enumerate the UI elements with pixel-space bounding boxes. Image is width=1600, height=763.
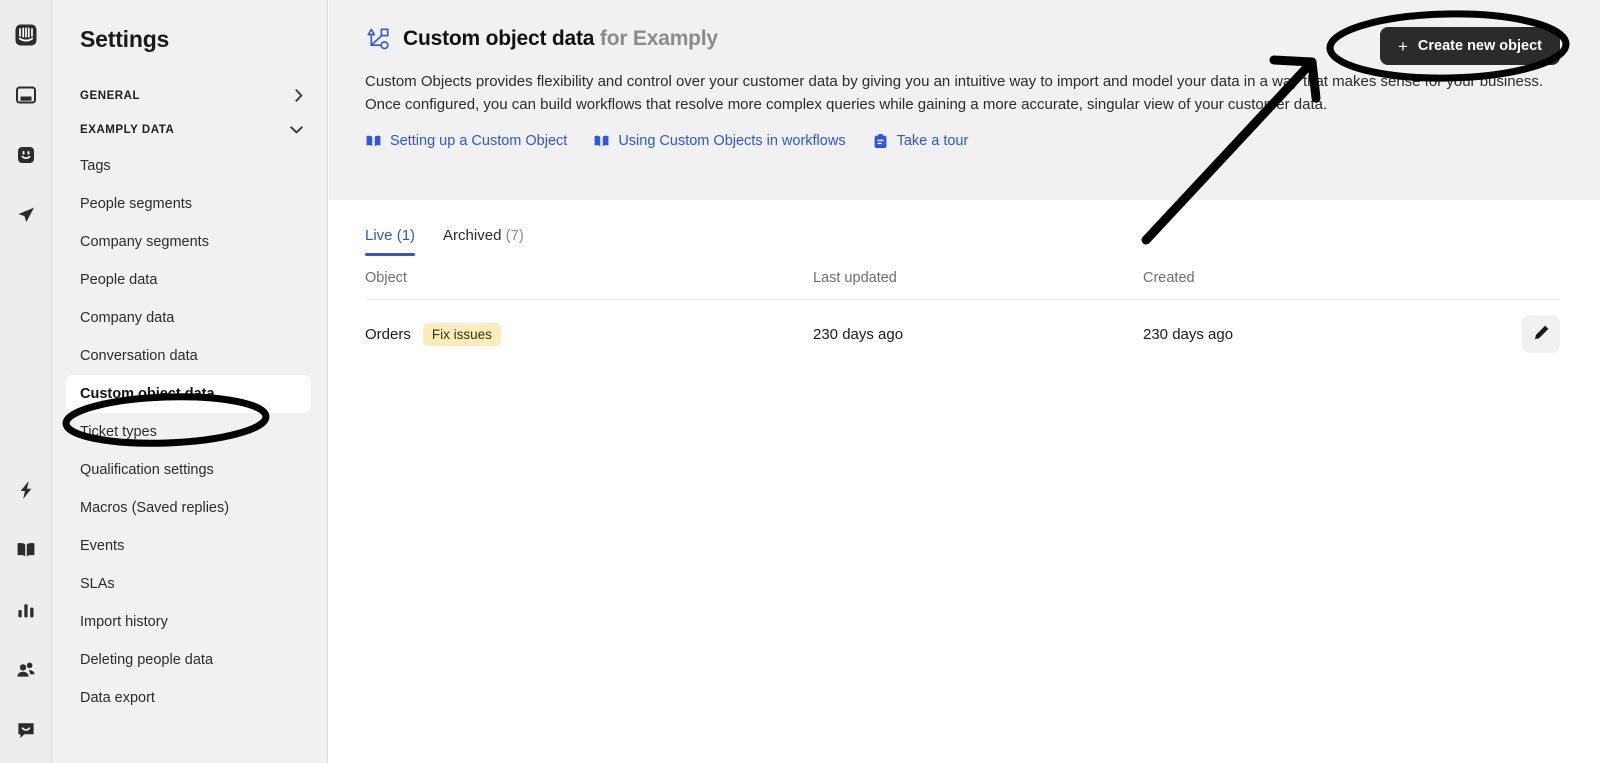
inbox-icon[interactable] — [11, 80, 41, 110]
sidebar-item-label: Tags — [80, 158, 111, 174]
rail-bottom-group — [11, 475, 41, 745]
chevron-down-icon — [290, 124, 303, 136]
link-label: Take a tour — [896, 133, 969, 149]
tab-live-count: (1) — [396, 227, 416, 244]
link-label: Using Custom Objects in workflows — [618, 133, 846, 149]
sidebar-item-label: Macros (Saved replies) — [80, 500, 230, 516]
objects-table: Object Last updated Created Orders Fix i… — [329, 256, 1600, 368]
column-header-last-updated: Last updated — [813, 269, 897, 286]
sidebar-item-import-history[interactable]: Import history — [66, 603, 311, 641]
main-content: Custom object data for Examply Custom Ob… — [329, 0, 1600, 763]
sidebar-item-label: People segments — [80, 196, 193, 212]
sidebar-item-label: SLAs — [80, 576, 115, 592]
table-row[interactable]: Orders Fix issues 230 days ago 230 days … — [365, 300, 1560, 368]
sidebar-item-macros[interactable]: Macros (Saved replies) — [66, 489, 311, 527]
tour-clipboard-icon — [872, 133, 889, 150]
sidebar-item-label: Import history — [80, 614, 168, 630]
sidebar-item-ticket-types[interactable]: Ticket types — [66, 413, 311, 451]
cell-created: 230 days ago — [1143, 325, 1234, 343]
sidebar-section-examply-data-label: EXAMPLY DATA — [80, 124, 175, 136]
pencil-edit-icon — [1533, 324, 1550, 344]
sidebar-item-label: Qualification settings — [80, 462, 214, 478]
sidebar-item-label: Ticket types — [80, 424, 157, 440]
book-icon — [593, 133, 610, 150]
sidebar-item-label: Conversation data — [80, 348, 198, 364]
sidebar-section-general[interactable]: GENERAL — [52, 79, 327, 113]
page-header-panel: Custom object data for Examply Custom Ob… — [329, 0, 1600, 200]
sidebar-item-label: Custom object data — [80, 386, 215, 402]
intercom-logo-icon[interactable] — [11, 20, 41, 50]
sidebar-item-company-segments[interactable]: Company segments — [66, 223, 311, 261]
tab-archived[interactable]: Archived (7) — [443, 227, 524, 256]
lightning-bolt-icon[interactable] — [11, 475, 41, 505]
primary-nav-rail — [0, 0, 52, 763]
page-title: Settings — [80, 26, 170, 52]
tab-live[interactable]: Live (1) — [365, 227, 416, 256]
tab-archived-count: (7) — [505, 227, 524, 244]
sidebar-item-label: People data — [80, 272, 158, 288]
edit-object-button[interactable] — [1522, 315, 1560, 353]
book-icon[interactable] — [11, 535, 41, 565]
tab-archived-label: Archived — [443, 227, 502, 244]
bar-chart-icon[interactable] — [11, 595, 41, 625]
plus-icon: + — [1397, 36, 1408, 56]
header-links: Setting up a Custom Object Using Custom … — [365, 133, 1560, 150]
create-new-object-button[interactable]: + Create new object — [1379, 27, 1560, 65]
sidebar-item-label: Events — [80, 538, 125, 554]
sidebar-item-conversation-data[interactable]: Conversation data — [66, 337, 311, 375]
table-header-row: Object Last updated Created — [365, 256, 1560, 300]
messenger-face-icon[interactable] — [11, 140, 41, 170]
rail-top-group — [11, 20, 41, 260]
sidebar-item-label: Data export — [80, 690, 155, 706]
header-title-main: Custom object data — [403, 27, 595, 50]
sidebar-item-label: Deleting people data — [80, 652, 214, 668]
sidebar-item-deleting-people-data[interactable]: Deleting people data — [66, 641, 311, 679]
column-header-object: Object — [365, 269, 407, 286]
people-icon[interactable] — [11, 655, 41, 685]
object-name: Orders — [365, 325, 411, 343]
chat-bubble-icon[interactable] — [11, 715, 41, 745]
settings-sidebar: Settings GENERAL EXAMPLY DATA Tags Peopl… — [52, 0, 328, 763]
tab-live-label: Live — [365, 227, 393, 244]
settings-app-window: Settings GENERAL EXAMPLY DATA Tags Peopl… — [0, 0, 1600, 763]
sidebar-section-examply-data[interactable]: EXAMPLY DATA — [52, 113, 327, 147]
sidebar-item-custom-object-data[interactable]: Custom object data — [66, 375, 311, 413]
sidebar-item-slas[interactable]: SLAs — [66, 565, 311, 603]
send-outbound-icon[interactable] — [11, 200, 41, 230]
cell-actions — [1508, 315, 1560, 353]
column-header-created: Created — [1143, 269, 1195, 286]
custom-object-shapes-icon — [365, 26, 391, 52]
status-badge[interactable]: Fix issues — [422, 322, 501, 346]
sidebar-item-people-segments[interactable]: People segments — [66, 185, 311, 223]
header-description: Custom Objects provides flexibility and … — [365, 73, 1544, 114]
sidebar-item-label: Company segments — [80, 234, 209, 250]
header-title-suffix: for Examply — [599, 27, 718, 50]
sidebar-item-data-export[interactable]: Data export — [66, 679, 311, 717]
link-label: Setting up a Custom Object — [390, 133, 568, 149]
sidebar-item-qualification-settings[interactable]: Qualification settings — [66, 451, 311, 489]
book-icon — [365, 133, 382, 150]
object-tabs: Live (1) Archived (7) — [329, 200, 1600, 256]
link-setting-up-a-custom-object[interactable]: Setting up a Custom Object — [365, 133, 567, 150]
sidebar-item-tags[interactable]: Tags — [66, 147, 311, 185]
sidebar-item-events[interactable]: Events — [66, 527, 311, 565]
link-using-custom-objects-in-workflows[interactable]: Using Custom Objects in workflows — [593, 133, 846, 150]
chevron-right-icon — [295, 88, 303, 104]
header-title: Custom object data for Examply — [403, 27, 718, 51]
create-new-object-label: Create new object — [1417, 38, 1542, 54]
sidebar-item-label: Company data — [80, 310, 175, 326]
cell-last-updated: 230 days ago — [813, 325, 904, 343]
sidebar-section-general-label: GENERAL — [80, 90, 141, 102]
cell-object: Orders Fix issues — [365, 322, 813, 346]
sidebar-item-people-data[interactable]: People data — [66, 261, 311, 299]
sidebar-item-company-data[interactable]: Company data — [66, 299, 311, 337]
link-take-a-tour[interactable]: Take a tour — [872, 133, 969, 150]
